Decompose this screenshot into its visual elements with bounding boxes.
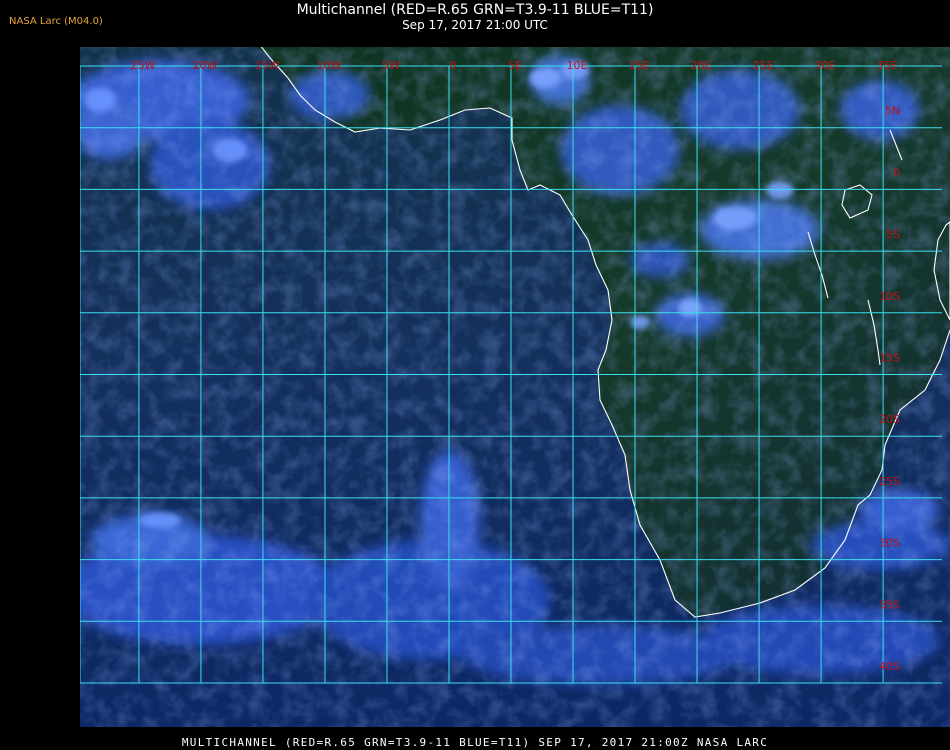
latitude-label: 35S bbox=[879, 598, 900, 611]
latitude-label: 0 bbox=[893, 166, 900, 179]
latitude-label: 25S bbox=[879, 475, 900, 488]
longitude-label: 10E bbox=[567, 59, 588, 72]
longitude-label: 15E bbox=[629, 59, 650, 72]
latitude-label: 40S bbox=[879, 660, 900, 673]
latitude-label: 20S bbox=[879, 413, 900, 426]
latitude-label: 5N bbox=[885, 105, 900, 118]
latitude-label: 5S bbox=[886, 228, 900, 241]
longitude-label: 20W bbox=[192, 59, 217, 72]
latitude-label: 30S bbox=[879, 537, 900, 550]
satellite-map: 25W 20W 15W 10W 5W 0 5E 10E 15E 20E 25E 30E 35E 5N 0 5S… bbox=[80, 47, 950, 727]
longitude-label: 15W bbox=[255, 59, 280, 72]
image-title: Multichannel (RED=R.65 GRN=T3.9-11 BLUE=… bbox=[296, 2, 654, 18]
longitude-label: 10W bbox=[317, 59, 342, 72]
longitude-label: 25W bbox=[130, 59, 155, 72]
longitude-label: 25E bbox=[753, 59, 774, 72]
longitude-label: 5W bbox=[382, 59, 400, 72]
imagery-panel: 25W 20W 15W 10W 5W 0 5E 10E 15E 20E 25E 30E 35E 5N 0 5S… bbox=[80, 47, 950, 727]
longitude-label: 0 bbox=[449, 59, 456, 72]
longitude-label: 20E bbox=[691, 59, 712, 72]
image-datetime: Sep 17, 2017 21:00 UTC bbox=[402, 18, 548, 32]
footer-caption: MULTICHANNEL (RED=R.65 GRN=T3.9-11 BLUE=… bbox=[181, 736, 769, 749]
longitude-label: 30E bbox=[815, 59, 836, 72]
latitude-label: 10S bbox=[879, 290, 900, 303]
longitude-label: 5E bbox=[508, 59, 522, 72]
latitude-label: 15S bbox=[879, 352, 900, 365]
cloud-texture bbox=[80, 47, 950, 727]
longitude-label: 35E bbox=[877, 59, 898, 72]
